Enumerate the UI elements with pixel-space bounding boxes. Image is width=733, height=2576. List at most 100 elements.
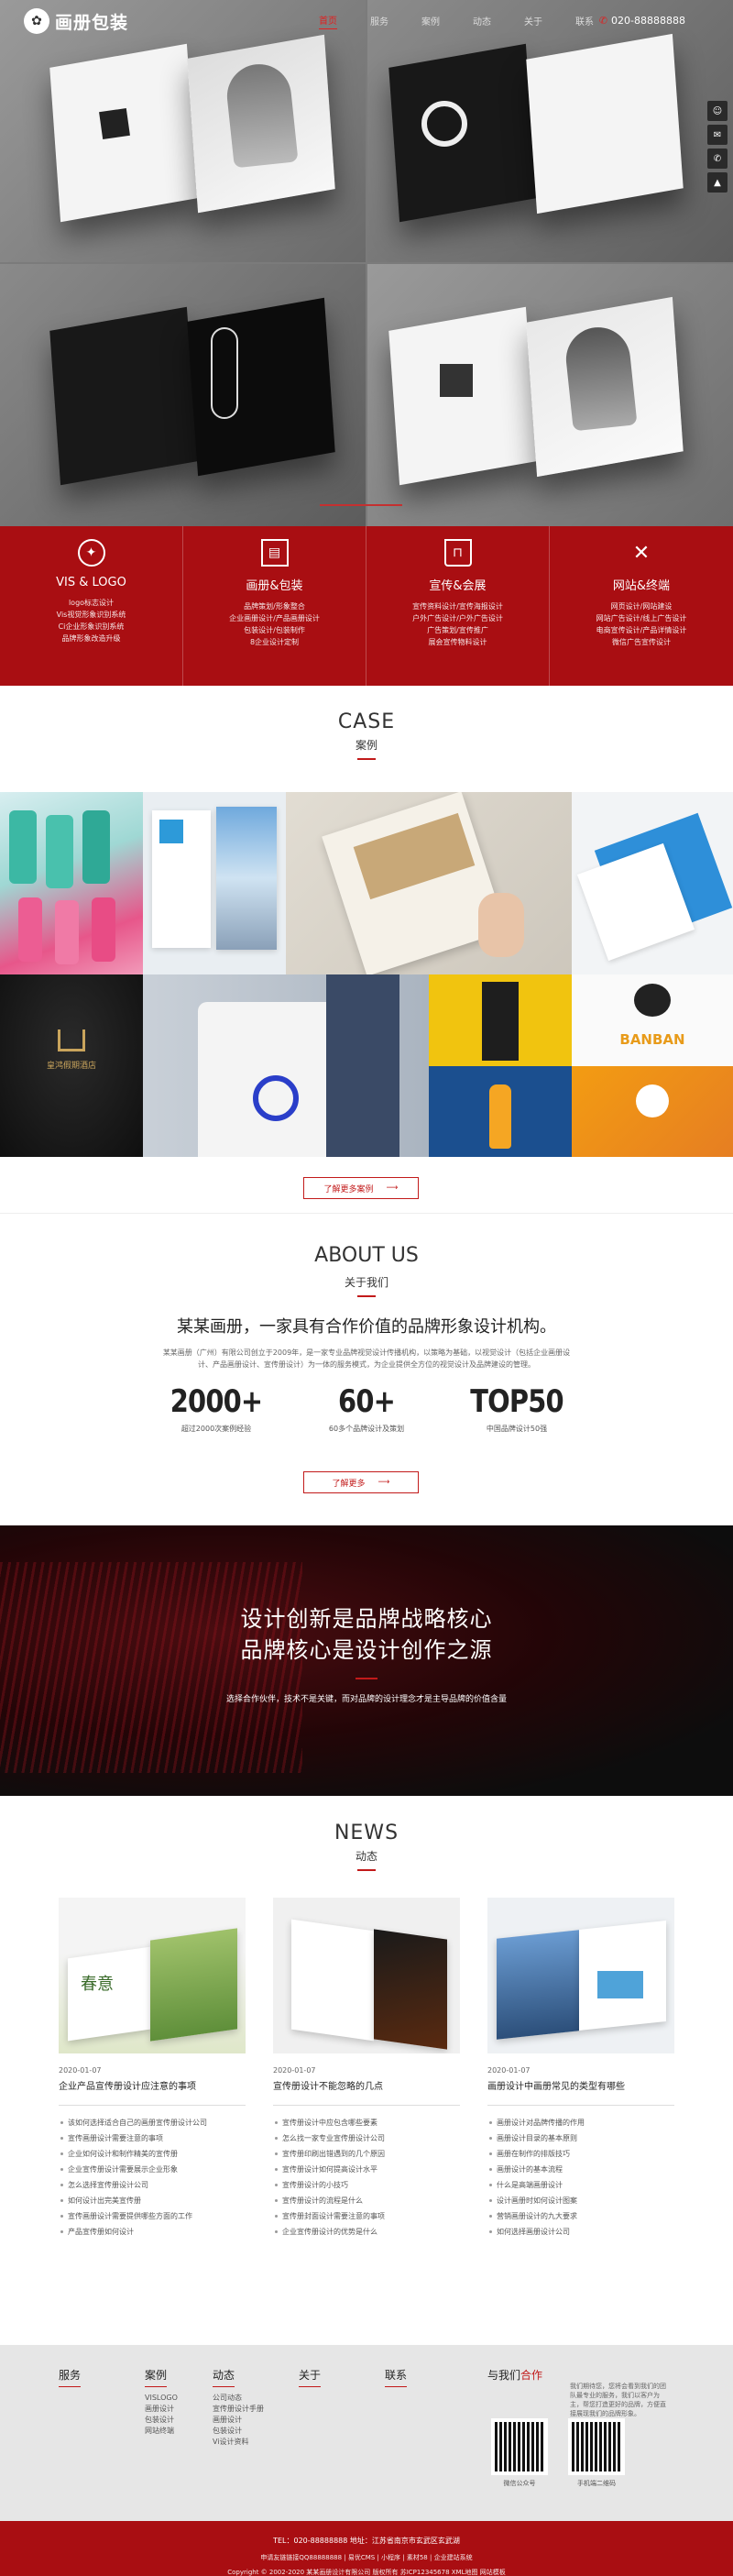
news-list-item[interactable]: 宣传册封面设计需要注意的事项	[273, 2208, 460, 2224]
service-vis-logo[interactable]: ✦ VIS & LOGO logo标志设计 Vis视觉形象识别系统 Ci企业形象…	[0, 526, 183, 686]
news-list-item[interactable]: 企业宣传册设计需要展示企业形象	[59, 2162, 246, 2177]
news-list-item[interactable]: 什么是高端画册设计	[487, 2177, 674, 2193]
news-list-item[interactable]: 宣传画册设计需要提供哪些方面的工作	[59, 2208, 246, 2224]
nav-news[interactable]: 动态	[473, 14, 491, 29]
case-tile-drinks[interactable]	[0, 792, 143, 974]
case-more-button[interactable]: 了解更多案例 ⟶	[303, 1177, 419, 1199]
nav-cases[interactable]: 案例	[421, 14, 440, 29]
footer-link[interactable]: VISLOGO	[145, 2393, 178, 2404]
news-list-item[interactable]: 怎么找一家专业宣传册设计公司	[273, 2130, 460, 2146]
service-item[interactable]: 广告策划/宣传推广	[366, 624, 549, 636]
service-item[interactable]: 品牌形象改造升级	[0, 633, 182, 644]
news-list-item[interactable]: 宣传册设计的小技巧	[273, 2177, 460, 2193]
news-headline[interactable]: 企业产品宣传册设计应注意的事项	[59, 2078, 246, 2092]
news-list-item[interactable]: 宣传册设计的流程是什么	[273, 2193, 460, 2208]
footer-col-title[interactable]: 动态	[213, 2367, 235, 2387]
news-list-item[interactable]: 设计画册时如何设计图案	[487, 2193, 674, 2208]
back-to-top-icon[interactable]: ▲	[707, 172, 728, 193]
news-image[interactable]	[487, 1898, 674, 2053]
nav-about[interactable]: 关于	[524, 14, 542, 29]
service-item[interactable]: 包装设计/包装制作	[183, 624, 366, 636]
news-image[interactable]	[273, 1898, 460, 2053]
contact-title-a: 与我们	[487, 2369, 521, 2382]
news-list-item[interactable]: 企业如何设计和制作精美的宣传册	[59, 2146, 246, 2162]
news-list-item[interactable]: 如何选择画册设计公司	[487, 2224, 674, 2240]
bulb-icon: ✦	[77, 539, 105, 567]
user-icon[interactable]: ☺	[707, 101, 728, 121]
case-tile-tote-bag[interactable]	[143, 974, 429, 1157]
service-item[interactable]: 8企业设计定制	[183, 636, 366, 648]
footer-link[interactable]: 包装设计	[213, 2426, 264, 2437]
nav-home[interactable]: 首页	[319, 13, 337, 29]
news-list-item[interactable]: 宣传册设计中应包含哪些要素	[273, 2115, 460, 2130]
service-item[interactable]: 户外广告设计/户外广告设计	[366, 612, 549, 624]
chat-icon[interactable]: ✉	[707, 125, 728, 145]
footer-col-title[interactable]: 关于	[299, 2367, 322, 2387]
service-item[interactable]: 企业画册设计/产品画册设计	[183, 612, 366, 624]
footer-link[interactable]: 网站终端	[145, 2426, 178, 2437]
footer-col-services: 服务	[59, 2367, 82, 2387]
service-item[interactable]: 微信广告宣传设计	[550, 636, 733, 648]
footer-link[interactable]: 画册设计	[213, 2415, 264, 2426]
header-phone[interactable]: ✆ 020-88888888	[599, 15, 685, 27]
news-list-item[interactable]: 宣传画册设计需要注意的事项	[59, 2130, 246, 2146]
footer-link[interactable]: Vi设计资料	[213, 2437, 264, 2448]
news-list-item[interactable]: 画册设计的基本流程	[487, 2162, 674, 2177]
footer-link[interactable]: 公司动态	[213, 2393, 264, 2404]
nav-services[interactable]: 服务	[370, 14, 388, 29]
stat-number: TOP50	[470, 1383, 563, 1420]
service-web-terminal[interactable]: ✕ 网站&终端 网页设计/网站建设 网站广告设计/线上广告设计 电商宣传设计/产…	[550, 526, 733, 686]
footer-col-contact: 联系	[385, 2367, 408, 2387]
news-list-item[interactable]: 画册设计对品牌传播的作用	[487, 2115, 674, 2130]
logo[interactable]: ✿ 画册包装	[24, 8, 128, 34]
service-item[interactable]: Vis视觉形象识别系统	[0, 609, 182, 621]
case-tile-yellow-poster[interactable]	[429, 974, 572, 1066]
footer-link[interactable]: 宣传册设计手册	[213, 2404, 264, 2415]
case-tile-solar-brochure[interactable]	[143, 792, 286, 974]
about-headline: 某某画册，一家具有合作价值的品牌形象设计机构。	[177, 1317, 556, 1337]
news-list-item[interactable]: 画册设计目录的基本原则	[487, 2130, 674, 2146]
news-headline[interactable]: 画册设计中画册常见的类型有哪些	[487, 2078, 674, 2092]
footer-link[interactable]: 画册设计	[145, 2404, 178, 2415]
news-list-item[interactable]: 宣传册印刷出错遇到的几个原因	[273, 2146, 460, 2162]
news-section-header: NEWS 动态	[0, 1822, 733, 1871]
footer-link[interactable]: 包装设计	[145, 2415, 178, 2426]
service-item[interactable]: 网页设计/网站建设	[550, 600, 733, 612]
service-item[interactable]: 展会宣传物料设计	[366, 636, 549, 648]
service-item[interactable]: Ci企业形象识别系统	[0, 621, 182, 633]
service-item[interactable]: 宣传资料设计/宣传海报设计	[366, 600, 549, 612]
service-item[interactable]: logo标志设计	[0, 597, 182, 609]
phone-icon[interactable]: ✆	[707, 149, 728, 169]
news-list-item[interactable]: 企业宣传册设计的优势是什么	[273, 2224, 460, 2240]
news-list-item[interactable]: 画册在制作的排版技巧	[487, 2146, 674, 2162]
news-image[interactable]: 春意	[59, 1898, 246, 2053]
service-promo-exhibition[interactable]: ⊓ 宣传&会展 宣传资料设计/宣传海报设计 户外广告设计/户外广告设计 广告策划…	[366, 526, 550, 686]
section-divider	[0, 1213, 733, 1214]
news-headline[interactable]: 宣传册设计不能忽略的几点	[273, 2078, 460, 2092]
news-list-item[interactable]: 营销画册设计的九大要求	[487, 2208, 674, 2224]
case-tile-banban[interactable]: BANBAN	[572, 974, 733, 1066]
footer-col-title[interactable]: 服务	[59, 2367, 82, 2387]
news-list-item[interactable]: 宣传册设计如何提高设计水平	[273, 2162, 460, 2177]
service-brochure-packaging[interactable]: ▤ 画册&包装 品牌策划/形象整合 企业画册设计/产品画册设计 包装设计/包装制…	[183, 526, 366, 686]
case-tile-orange-brand[interactable]	[572, 1066, 733, 1157]
case-tile-book-cover[interactable]	[286, 792, 572, 974]
footer-col-title[interactable]: 联系	[385, 2367, 408, 2387]
slider-indicator[interactable]	[320, 504, 402, 506]
footer-links-line[interactable]: 申请友链链接QQ88888888 | 易优CMS | 小程序 | 素材58 | …	[0, 2553, 733, 2562]
service-item[interactable]: 网站广告设计/线上广告设计	[550, 612, 733, 624]
case-tile-hotel-logo[interactable]: 皇鸿假期酒店	[0, 974, 143, 1157]
case-tile-juice[interactable]	[429, 1066, 572, 1157]
news-list-item[interactable]: 产品宣传册如何设计	[59, 2224, 246, 2240]
news-list-item[interactable]: 如何设计出完美宣传册	[59, 2193, 246, 2208]
services-strip: ✦ VIS & LOGO logo标志设计 Vis视觉形象识别系统 Ci企业形象…	[0, 526, 733, 686]
service-item[interactable]: 品牌策划/形象整合	[183, 600, 366, 612]
about-more-button[interactable]: 了解更多 ⟶	[303, 1471, 419, 1493]
bottle-graphic	[46, 815, 73, 888]
news-list-item[interactable]: 该如何选择适合自己的画册宣传册设计公司	[59, 2115, 246, 2130]
nav-contact[interactable]: 联系	[575, 14, 594, 29]
footer-col-title[interactable]: 案例	[145, 2367, 168, 2387]
service-item[interactable]: 电商宣传设计/产品详情设计	[550, 624, 733, 636]
news-list-item[interactable]: 怎么选择宣传册设计公司	[59, 2177, 246, 2193]
case-tile-blue-folder[interactable]	[572, 792, 733, 974]
